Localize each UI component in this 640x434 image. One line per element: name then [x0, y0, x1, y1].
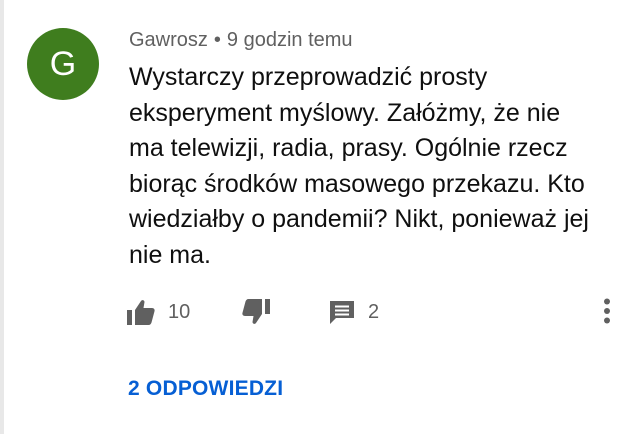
thumbs-up-icon	[126, 298, 156, 326]
more-options-button[interactable]	[594, 296, 620, 330]
comment-meta: Gawrosz • 9 godzin temu	[129, 27, 353, 53]
comment-icon	[328, 298, 356, 326]
comment-actions: 10 2	[126, 294, 626, 330]
avatar-letter: G	[49, 45, 77, 83]
view-replies-button[interactable]: 2 ODPOWIEDZI	[128, 375, 283, 403]
comment-text: Wystarczy przeprowadzić prosty eksperyme…	[129, 63, 589, 269]
like-button[interactable]: 10	[126, 294, 190, 330]
reply-button[interactable]: 2	[328, 294, 379, 330]
comment-card: G Gawrosz • 9 godzin temu Wystarczy przepr…	[0, 0, 640, 434]
more-vertical-icon	[603, 298, 611, 329]
author-name[interactable]: Gawrosz	[129, 29, 208, 51]
reply-count: 2	[368, 300, 380, 323]
like-count: 10	[168, 300, 191, 323]
dislike-button[interactable]	[241, 294, 271, 330]
meta-separator: •	[213, 29, 221, 51]
thumbs-down-icon	[241, 298, 271, 326]
avatar[interactable]: G	[27, 28, 99, 100]
comment-time: 9 godzin temu	[226, 29, 353, 51]
